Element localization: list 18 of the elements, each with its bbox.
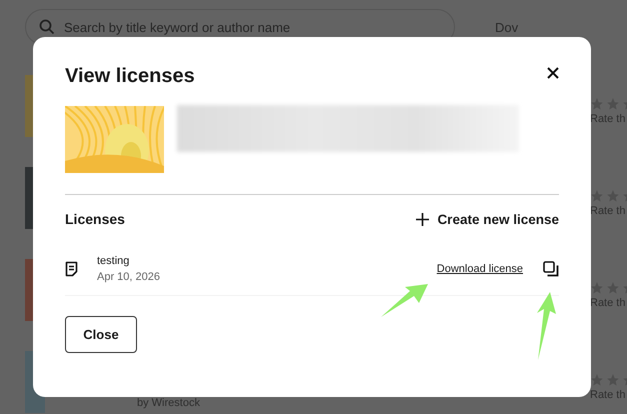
stars-drawing[interactable] (590, 373, 627, 387)
stars-drawing[interactable] (590, 281, 627, 295)
create-license-button[interactable]: Create new license (416, 212, 559, 226)
section-title: Licenses (65, 211, 125, 227)
plus-icon (416, 212, 430, 226)
stars-drawing[interactable] (590, 97, 627, 111)
download-link[interactable]: Download license (436, 263, 523, 275)
annotation-arrow (381, 284, 428, 317)
close-button[interactable]: Close (65, 316, 137, 353)
license-name: testing (97, 255, 130, 267)
stars-drawing[interactable] (590, 189, 627, 203)
annotation-arrow (537, 292, 556, 360)
search-icon (39, 19, 55, 35)
dialog-title: View licenses (65, 65, 195, 88)
copy-icon[interactable] (543, 261, 559, 277)
search-field[interactable]: Search by title keyword or author name (25, 9, 455, 45)
document-icon (65, 261, 78, 277)
license-date: Apr 10, 2026 (97, 271, 161, 283)
